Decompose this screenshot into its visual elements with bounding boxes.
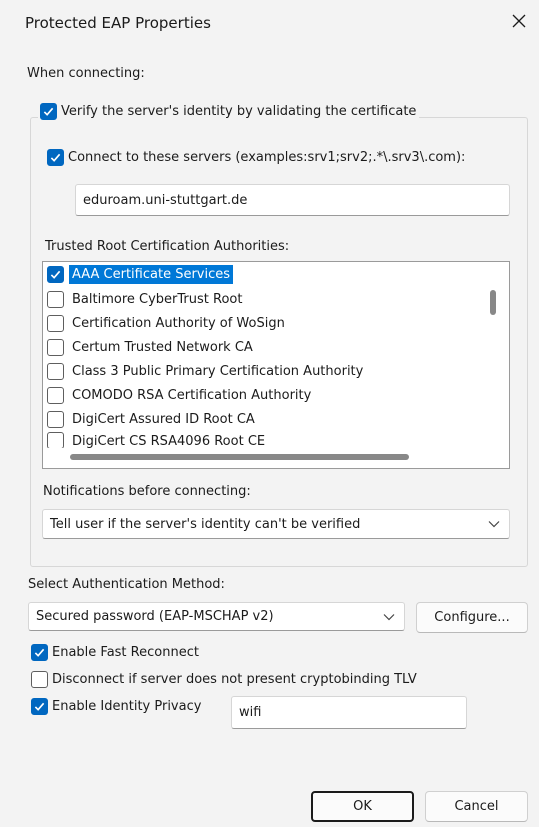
cryptobinding-label: Disconnect if server does not present cr…: [52, 672, 417, 687]
cert-label: COMODO RSA Certification Authority: [72, 387, 312, 403]
chevron-down-icon: [374, 613, 404, 621]
notifications-selected: Tell user if the server's identity can't…: [50, 516, 361, 532]
auth-method-label: Select Authentication Method:: [28, 577, 225, 592]
cert-checkbox[interactable]: [47, 386, 64, 404]
ok-button[interactable]: OK: [311, 791, 414, 822]
cert-checkbox[interactable]: [47, 432, 64, 448]
connect-servers-label: Connect to these servers (examples:srv1;…: [68, 150, 466, 165]
cert-checkbox[interactable]: [47, 362, 64, 380]
cert-label: AAA Certificate Services: [69, 264, 234, 284]
cancel-button[interactable]: Cancel: [425, 791, 528, 822]
list-item[interactable]: Certum Trusted Network CA: [47, 336, 256, 358]
list-item[interactable]: DigiCert Assured ID Root CA: [47, 408, 258, 430]
verify-server-label: Verify the server's identity by validati…: [61, 104, 417, 119]
close-button[interactable]: [508, 10, 530, 32]
configure-button[interactable]: Configure...: [416, 602, 528, 633]
cert-label: Certification Authority of WoSign: [72, 315, 285, 331]
checkmark-icon: [34, 648, 45, 657]
cert-checkbox[interactable]: [47, 314, 64, 332]
cert-checkbox[interactable]: [47, 338, 64, 356]
servers-input-value: eduroam.uni-stuttgart.de: [83, 192, 248, 208]
identity-privacy-value: wifi: [239, 705, 262, 720]
trusted-root-list[interactable]: AAA Certificate Services Baltimore Cyber…: [42, 261, 510, 469]
cert-label: Baltimore CyberTrust Root: [72, 291, 243, 307]
cryptobinding-checkbox[interactable]: [31, 671, 48, 688]
list-item[interactable]: Class 3 Public Primary Certification Aut…: [47, 360, 366, 382]
horizontal-scrollbar-thumb[interactable]: [70, 454, 409, 460]
fast-reconnect-label: Enable Fast Reconnect: [52, 645, 199, 660]
list-item[interactable]: Baltimore CyberTrust Root: [47, 288, 245, 310]
servers-input[interactable]: eduroam.uni-stuttgart.de: [75, 184, 510, 216]
identity-privacy-label: Enable Identity Privacy: [52, 699, 202, 714]
list-item[interactable]: COMODO RSA Certification Authority: [47, 384, 314, 406]
cert-label: Certum Trusted Network CA: [72, 339, 253, 355]
fast-reconnect-checkbox[interactable]: [31, 644, 48, 661]
checkmark-icon: [43, 107, 54, 116]
cert-label: DigiCert Assured ID Root CA: [72, 411, 255, 427]
cert-checkbox[interactable]: [47, 290, 64, 308]
auth-method-selected: Secured password (EAP-MSCHAP v2): [36, 609, 274, 624]
list-item[interactable]: DigiCert CS RSA4096 Root CE: [47, 432, 268, 448]
identity-privacy-row[interactable]: Enable Identity Privacy: [31, 698, 201, 715]
verify-server-checkbox[interactable]: [40, 103, 57, 120]
auth-method-dropdown[interactable]: Secured password (EAP-MSCHAP v2): [28, 602, 405, 631]
connect-servers-checkbox[interactable]: [47, 149, 64, 166]
identity-privacy-input[interactable]: wifi: [231, 696, 467, 729]
trusted-root-label: Trusted Root Certification Authorities:: [45, 239, 290, 254]
cryptobinding-row[interactable]: Disconnect if server does not present cr…: [31, 671, 417, 688]
checkmark-icon: [34, 702, 45, 711]
cert-checkbox[interactable]: [47, 265, 64, 283]
chevron-down-icon: [479, 520, 509, 528]
cert-label: DigiCert CS RSA4096 Root CE: [72, 434, 266, 448]
window-title: Protected EAP Properties: [25, 14, 211, 32]
checkmark-icon: [50, 270, 61, 279]
notifications-label: Notifications before connecting:: [43, 484, 251, 499]
cert-checkbox[interactable]: [47, 410, 64, 428]
vertical-scrollbar-thumb[interactable]: [490, 290, 496, 315]
list-item[interactable]: AAA Certificate Services: [47, 263, 234, 285]
verify-server-checkbox-row[interactable]: Verify the server's identity by validati…: [38, 103, 420, 120]
list-item[interactable]: Certification Authority of WoSign: [47, 312, 288, 334]
close-icon: [512, 14, 526, 28]
connect-servers-checkbox-row[interactable]: Connect to these servers (examples:srv1;…: [47, 149, 465, 166]
fast-reconnect-row[interactable]: Enable Fast Reconnect: [31, 644, 199, 661]
when-connecting-label: When connecting:: [27, 66, 145, 81]
cert-label: Class 3 Public Primary Certification Aut…: [72, 363, 364, 379]
identity-privacy-checkbox[interactable]: [31, 698, 48, 715]
checkmark-icon: [50, 153, 61, 162]
notifications-dropdown[interactable]: Tell user if the server's identity can't…: [42, 509, 510, 539]
